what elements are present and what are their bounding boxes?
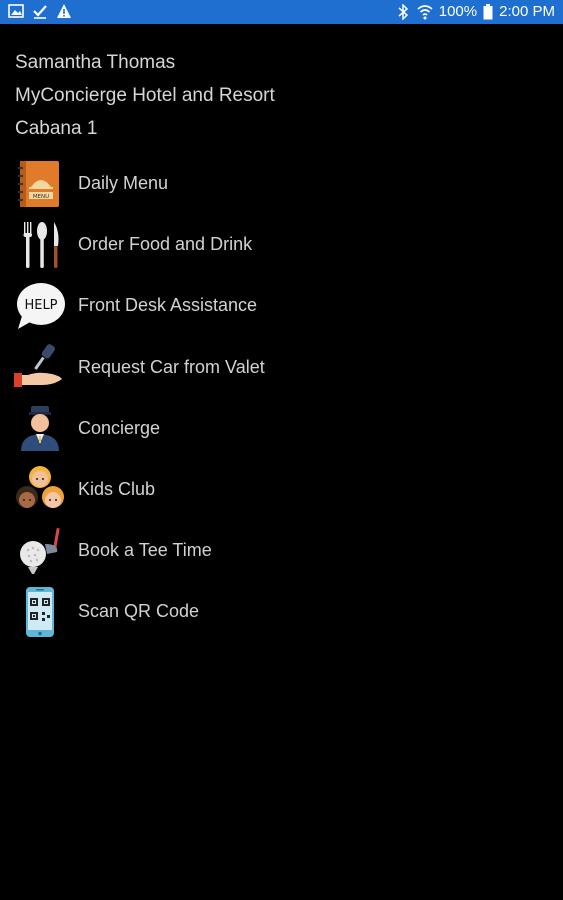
golf-icon (14, 525, 66, 577)
menu-item-kids-club[interactable]: Kids Club (14, 459, 534, 520)
menu-item-label: Request Car from Valet (78, 356, 265, 377)
car-key-icon (14, 341, 66, 393)
utensils-icon (14, 219, 66, 271)
menu-item-daily-menu[interactable]: MENU Daily Menu (14, 153, 534, 214)
menu-item-label: Front Desk Assistance (78, 295, 258, 316)
battery-percent: 100% (438, 3, 478, 20)
concierge-person-icon (14, 402, 66, 454)
services-menu: MENU Daily Menu Order Food and Drink HEL… (14, 153, 534, 643)
kids-icon (14, 464, 66, 516)
svg-text:MENU: MENU (33, 194, 49, 200)
clock: 2:00 PM (499, 3, 555, 20)
bluetooth-icon (398, 4, 408, 20)
menu-item-tee-time[interactable]: Book a Tee Time (14, 520, 534, 581)
menu-item-label: Concierge (78, 417, 161, 438)
image-icon (8, 4, 24, 18)
menu-item-order-food[interactable]: Order Food and Drink (14, 214, 534, 275)
menu-item-label: Order Food and Drink (78, 234, 253, 255)
status-bar: 100% 2:00 PM (0, 0, 563, 24)
menu-item-front-desk[interactable]: HELP Front Desk Assistance (14, 275, 534, 336)
menu-item-valet[interactable]: Request Car from Valet (14, 337, 534, 398)
menu-item-label: Book a Tee Time (78, 540, 212, 561)
help-bubble-icon: HELP (14, 280, 66, 332)
check-icon (33, 5, 47, 19)
warning-icon (57, 4, 71, 18)
menu-item-label: Scan QR Code (78, 601, 200, 622)
qr-phone-icon (14, 586, 66, 638)
menu-item-concierge[interactable]: Concierge (14, 398, 534, 459)
menu-item-scan-qr[interactable]: Scan QR Code (14, 581, 534, 642)
guest-info: Samantha Thomas MyConcierge Hotel and Re… (15, 46, 275, 145)
menu-item-label: Daily Menu (78, 173, 169, 194)
wifi-icon (417, 5, 433, 20)
svg-text:HELP: HELP (24, 298, 57, 313)
battery-icon (483, 4, 493, 20)
menu-book-icon: MENU (14, 158, 66, 210)
hotel-name: MyConcierge Hotel and Resort (15, 85, 275, 106)
room-name: Cabana 1 (15, 118, 98, 139)
menu-item-label: Kids Club (78, 479, 156, 500)
guest-name: Samantha Thomas (15, 52, 176, 73)
